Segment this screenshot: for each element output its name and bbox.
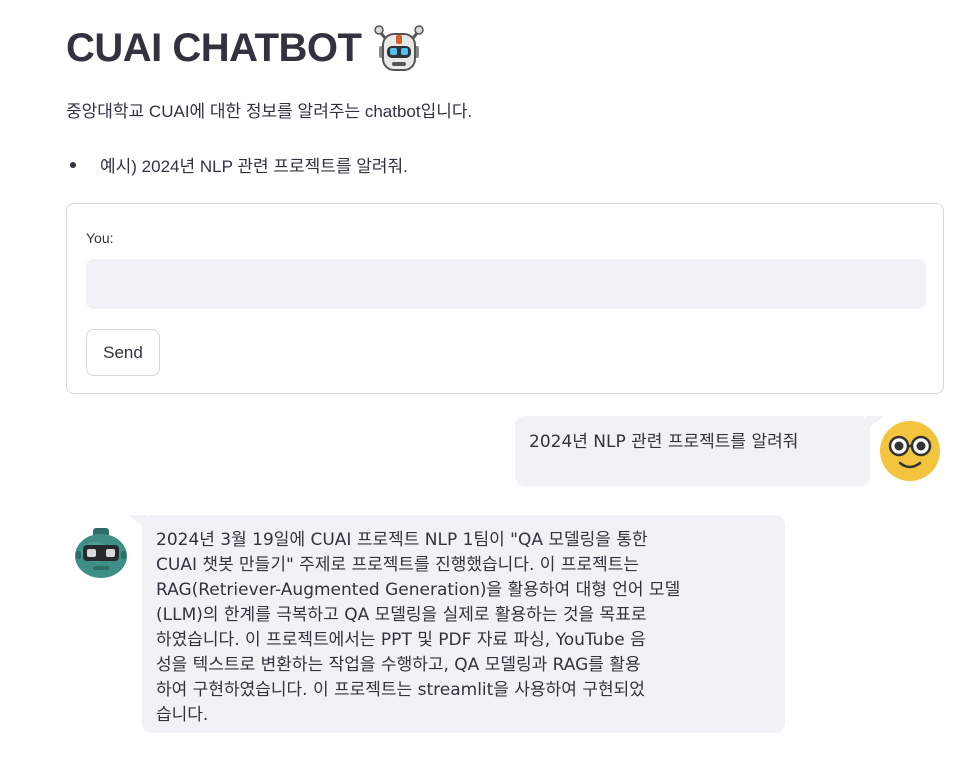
list-item: 예시) 2024년 NLP 관련 프로젝트를 알려줘. xyxy=(66,152,408,177)
page: CUAI CHATBOT 중앙대학교 CUAI에 대한 정보를 알려주는 cha… xyxy=(0,0,969,758)
input-label: You: xyxy=(86,230,114,246)
title-row: CUAI CHATBOT xyxy=(66,20,425,76)
message-input[interactable] xyxy=(86,259,926,309)
send-button[interactable]: Send xyxy=(86,329,160,376)
bot-message-bubble: 2024년 3월 19일에 CUAI 프로젝트 NLP 1팀이 "QA 모델링을… xyxy=(142,515,785,733)
bot-avatar-icon xyxy=(75,528,127,578)
user-message-bubble: 2024년 NLP 관련 프로젝트를 알려줘 xyxy=(515,416,870,486)
example-text: 예시) 2024년 NLP 관련 프로젝트를 알려줘. xyxy=(100,157,408,176)
intro-text: 중앙대학교 CUAI에 대한 정보를 알려주는 chatbot입니다. xyxy=(66,102,473,121)
page-title: CUAI CHATBOT xyxy=(66,25,362,70)
nerd-face-icon xyxy=(880,421,940,481)
example-list: 예시) 2024년 NLP 관련 프로젝트를 알려줘. xyxy=(66,152,408,177)
chat-form: You: Send xyxy=(66,203,944,394)
bullet-dot xyxy=(70,161,76,168)
robot-face-icon xyxy=(374,25,425,71)
